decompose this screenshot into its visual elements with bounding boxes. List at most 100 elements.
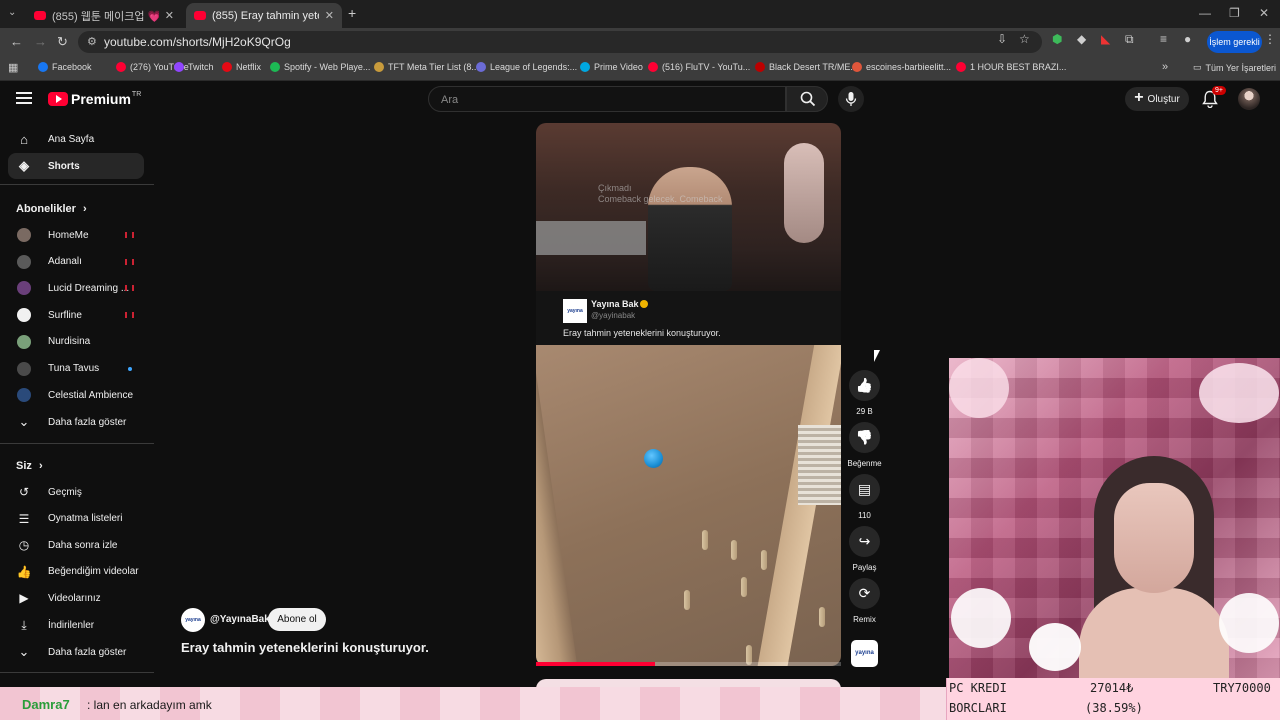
sidebar-subscription-item[interactable]: Adanalı (8, 249, 144, 275)
bookmark-item[interactable]: TFT Meta Tier List (8... (374, 62, 479, 72)
sidebar-subscription-item[interactable]: Surfline (8, 302, 144, 328)
share-icon: ↪ (858, 533, 871, 549)
channel-name[interactable]: @YayınaBak (210, 614, 270, 625)
browser-tab-active[interactable]: (855) Eray tahmin yetenekle ✕ (186, 3, 342, 28)
extension-red-icon[interactable]: ◣ (1101, 32, 1110, 46)
youtube-play-logo-icon (48, 92, 68, 106)
bookmark-item[interactable]: Black Desert TR/ME... (755, 62, 858, 72)
show-more-you[interactable]: ⌄ Daha fazla göster (8, 639, 144, 665)
more-bookmarks-icon[interactable]: » (1162, 61, 1168, 73)
notifications-button[interactable]: 9+ (1202, 86, 1226, 109)
goal-current-value: 27014₺ (1090, 681, 1134, 695)
bookmark-item[interactable]: Facebook (38, 62, 92, 72)
media-controls-icon[interactable]: ≡ (1160, 32, 1167, 46)
faint-caption-text: Çıkmadı Comeback gelecek. Comeback (598, 183, 723, 204)
apps-grid-icon[interactable]: ▦ (8, 61, 18, 74)
sidebar-you-item[interactable]: ▶ Videolarınız (8, 585, 144, 611)
voice-search-button[interactable] (838, 86, 864, 112)
sidebar-item-label: Geçmiş (48, 486, 82, 498)
comments-button[interactable]: ▤ (849, 474, 880, 505)
bookmark-item[interactable]: Spotify - Web Playe... (270, 62, 370, 72)
sidebar-you-item[interactable]: ☰ Oynatma listeleri (8, 506, 144, 532)
minimize-icon[interactable]: — (1199, 6, 1211, 20)
bookmark-label: (516) FluTV - YouTu... (662, 62, 751, 72)
close-window-icon[interactable]: ✕ (1259, 6, 1269, 20)
bookmark-label: Spotify - Web Playe... (284, 62, 371, 72)
short-channel-thumbnail[interactable]: yayına (851, 640, 878, 667)
bookmark-item[interactable]: Prime Video (580, 62, 643, 72)
bookmark-item[interactable]: Netflix (222, 62, 261, 72)
create-button[interactable]: + Oluştur (1125, 87, 1189, 111)
url-text[interactable]: youtube.com/shorts/MjH2oK9QrOg (104, 35, 291, 49)
short-video-upper-frame[interactable]: Çıkmadı Comeback gelecek. Comeback (536, 123, 841, 291)
remix-label: Remix (853, 615, 876, 624)
reload-icon[interactable]: ↻ (57, 34, 68, 50)
subscriptions-heading[interactable]: Abonelikler › (16, 203, 87, 215)
short-progress-bar[interactable] (536, 662, 841, 666)
sidebar-item-label: Daha fazla göster (48, 646, 127, 658)
back-icon[interactable]: ← (10, 34, 23, 49)
like-button[interactable]: 👍 (849, 370, 880, 401)
channel-avatar[interactable]: yayına (181, 608, 205, 632)
sidebar-subscription-item[interactable]: Tuna Tavus (8, 356, 144, 382)
notification-count-badge: 9+ (1212, 86, 1226, 95)
playlists-icon: ☰ (18, 511, 30, 526)
sidebar-you-item[interactable]: ◷ Daha sonra izle (8, 532, 144, 558)
address-bar[interactable]: ⚙ youtube.com/shorts/MjH2oK9QrOg (78, 31, 1042, 53)
sidebar-item-shorts[interactable]: ◈ Shorts (8, 153, 144, 179)
extensions-puzzle-icon[interactable]: ⧉ (1125, 32, 1134, 47)
remix-icon: ⟳ (858, 585, 871, 601)
like-label: 29 B (856, 407, 873, 416)
remix-button[interactable]: ⟳ (849, 578, 880, 609)
sidebar-subscription-item[interactable]: HomeMe (8, 222, 144, 248)
profile-icon[interactable]: ● (1184, 32, 1191, 46)
subscribe-button[interactable]: Abone ol (268, 608, 326, 631)
browser-tab[interactable]: (855) 웹툰 메이크업 💗 - YouTu ✕ (26, 3, 182, 28)
install-app-icon[interactable]: ⇩ (997, 32, 1007, 46)
bookmark-item[interactable]: League of Legends:... (476, 62, 577, 72)
video-ridge (798, 425, 841, 505)
liked-videos-icon: 👍 (16, 564, 32, 579)
sidebar-subscription-item[interactable]: Lucid Dreaming ... (8, 275, 144, 301)
guide-menu-icon[interactable] (16, 92, 32, 106)
close-tab-icon[interactable]: ✕ (165, 9, 174, 22)
bookmark-item[interactable]: 1 HOUR BEST BRAZI... (956, 62, 1066, 72)
share-button[interactable]: ↪ (849, 526, 880, 557)
sidebar-you-item[interactable]: ↺ Geçmiş (8, 479, 144, 505)
search-button[interactable] (786, 86, 828, 112)
account-avatar[interactable] (1238, 88, 1260, 110)
sidebar-subscription-item[interactable]: Celestial Ambience (8, 382, 144, 408)
action-required-button[interactable]: İşlem gerekli (1207, 31, 1262, 53)
site-info-icon[interactable]: ⚙ (87, 35, 97, 48)
restore-icon[interactable]: ❐ (1229, 6, 1240, 20)
short-video-lower-frame[interactable] (536, 345, 841, 666)
tab-search-button[interactable]: ⌄ (8, 7, 16, 18)
live-indicator-icon (125, 312, 134, 319)
close-tab-icon[interactable]: ✕ (325, 9, 334, 22)
dislike-button[interactable]: 👎 (849, 422, 880, 453)
forward-icon[interactable]: → (34, 34, 47, 49)
extension-diamond-icon[interactable]: ◆ (1077, 32, 1086, 46)
sidebar-item-label: Adanalı (48, 256, 82, 268)
extension-shield-icon[interactable]: ⬢ (1052, 32, 1062, 46)
sidebar-you-item[interactable]: ⤓ İndirilenler (8, 612, 144, 638)
you-heading[interactable]: Siz › (16, 460, 43, 472)
bookmark-item[interactable]: escoines-barbieelitt... (852, 62, 951, 72)
sidebar-item-ana-sayfa[interactable]: ⌂ Ana Sayfa (8, 126, 144, 152)
sidebar-item-label: Beğendiğim videolar (48, 566, 139, 578)
show-more-subscriptions[interactable]: ⌄ Daha fazla göster (8, 409, 144, 435)
youtube-premium-logo[interactable]: Premium TR (48, 91, 141, 107)
thumbs-down-icon: 👎 (855, 429, 874, 445)
sidebar-item-label: Daha fazla göster (48, 416, 127, 428)
bookmark-item[interactable]: Twitch (174, 62, 214, 72)
sidebar-you-item[interactable]: 👍 Beğendiğim videolar (8, 559, 144, 585)
bookmark-star-icon[interactable]: ☆ (1019, 32, 1030, 46)
search-input[interactable] (441, 91, 771, 108)
short-title: Eray tahmin yeteneklerini konuşturuyor. (181, 640, 429, 655)
bookmark-item[interactable]: (516) FluTV - YouTu... (648, 62, 750, 72)
new-tab-button[interactable]: + (348, 5, 356, 21)
chrome-menu-icon[interactable]: ⋮ (1264, 32, 1276, 46)
all-bookmarks-folder[interactable]: ▭ Tüm Yer İşaretleri (1193, 62, 1276, 73)
channel-avatar (17, 254, 31, 269)
sidebar-subscription-item[interactable]: Nurdisina (8, 329, 144, 355)
